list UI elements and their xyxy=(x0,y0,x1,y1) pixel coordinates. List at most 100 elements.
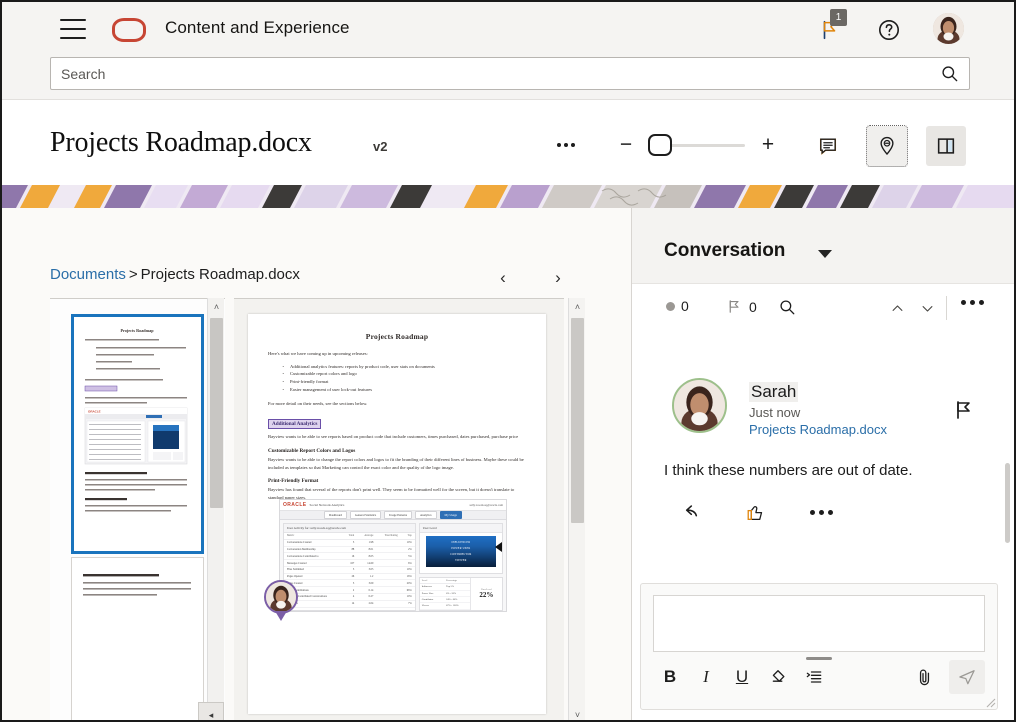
table-cell: 3 xyxy=(343,539,358,546)
thumbnail-scroll-handle[interactable] xyxy=(210,318,223,508)
report-brand-sub: Social Network Analytics xyxy=(310,503,345,507)
report-account: sally.woods.sq@oracle.com xyxy=(470,503,503,507)
table-cell: 16 xyxy=(343,553,358,560)
conversation-toolbar: 0 0 xyxy=(632,284,1014,332)
search-input[interactable] xyxy=(51,66,929,82)
flag-icon[interactable] xyxy=(952,398,976,422)
table-cell: 3.05 xyxy=(357,566,376,573)
zoom-out-button[interactable]: − xyxy=(615,133,637,157)
composer-resize-corner[interactable] xyxy=(984,696,996,708)
more-options-icon[interactable] xyxy=(808,500,834,524)
table-row: Pages Created33.0920% xyxy=(284,580,415,587)
list-item: Print-friendly format xyxy=(282,378,526,386)
table-cell: Conversation Membership xyxy=(284,546,343,553)
flagged-count[interactable]: 0 xyxy=(726,298,757,315)
page-title: Projects Roadmap.docx xyxy=(50,127,312,159)
table-cell xyxy=(376,594,400,601)
unread-count[interactable]: 0 xyxy=(666,298,689,314)
collapse-thumbnails-button[interactable]: ◂ xyxy=(198,702,224,722)
chevron-down-icon[interactable] xyxy=(916,298,938,318)
thumbnail-page-2[interactable] xyxy=(71,557,204,722)
zoom-in-button[interactable]: + xyxy=(757,133,779,157)
thumbnail-scrollbar[interactable]: ˄ ˅ xyxy=(207,298,224,722)
search-bar[interactable] xyxy=(50,57,970,90)
table-row: Followers142.047% xyxy=(284,600,415,607)
table-cell: 2.04 xyxy=(357,600,376,607)
table-cell: Files Submitted xyxy=(284,566,343,573)
table-cell: 16% xyxy=(401,573,415,580)
table-cell: 7% xyxy=(401,600,415,607)
report-tab-active: My Usage xyxy=(440,511,462,519)
table-row: Conversations Created31.9810% xyxy=(284,539,415,546)
table-cell: 0.27 xyxy=(357,594,376,601)
unread-dot-icon xyxy=(666,302,675,311)
table-cell: 14.60 xyxy=(357,560,376,567)
conversation-scrollbar[interactable] xyxy=(1005,463,1010,543)
table-cell: 8.05 xyxy=(357,553,376,560)
reply-icon[interactable] xyxy=(676,500,702,524)
scroll-up-icon[interactable]: ˄ xyxy=(569,298,586,315)
table-cell: 3 xyxy=(343,566,358,573)
table-cell: 67% - 100% xyxy=(444,603,470,609)
breadcrumb-separator: > xyxy=(129,266,138,283)
toolbar-divider xyxy=(946,296,947,320)
table-cell: 88 xyxy=(343,546,358,553)
search-icon[interactable] xyxy=(778,298,796,316)
table-cell: Messages Created xyxy=(284,560,343,567)
table-cell: 1.98 xyxy=(357,539,376,546)
table-cell xyxy=(376,560,400,567)
table-row: Viewer67% - 100% xyxy=(420,603,470,609)
table-cell xyxy=(376,566,400,573)
document-scrollbar[interactable]: ˄ ˅ xyxy=(568,298,585,722)
table-cell: 3 xyxy=(343,580,358,587)
table-row: Messages Created10714.606% xyxy=(284,560,415,567)
italic-button[interactable]: I xyxy=(689,660,723,694)
pyramid-level: VIEWER xyxy=(426,558,496,564)
more-options-icon[interactable] xyxy=(550,132,582,158)
message-input[interactable] xyxy=(653,595,985,652)
table-cell xyxy=(376,600,400,607)
annotation-marker[interactable] xyxy=(264,580,298,620)
table-cell: 14 xyxy=(343,600,358,607)
scroll-down-icon[interactable]: ˅ xyxy=(569,706,586,722)
document-bullets: Additional analytics features: reports b… xyxy=(282,363,526,394)
table-cell: 10% xyxy=(401,539,415,546)
chevron-up-icon[interactable] xyxy=(886,298,908,318)
report-your-level: Your Level 22% xyxy=(470,578,502,610)
message-document-link[interactable]: Projects Roadmap.docx xyxy=(749,422,887,437)
report-topbar: ORACLE Social Network Analytics sally.wo… xyxy=(280,500,506,511)
send-button[interactable] xyxy=(949,660,985,694)
comment-icon[interactable] xyxy=(808,126,848,166)
embedded-report-image: ORACLE Social Network Analytics sally.wo… xyxy=(279,499,507,612)
document-section2-body: Bayview wants to be able to change the r… xyxy=(268,456,526,471)
breadcrumb-documents[interactable]: Documents xyxy=(50,266,126,283)
indent-icon[interactable] xyxy=(797,660,831,694)
zoom-slider-handle[interactable] xyxy=(648,134,672,156)
document-scroll-handle[interactable] xyxy=(571,318,584,523)
thumbnail-page-1[interactable]: Projects Roadmap xyxy=(71,314,204,554)
underline-button[interactable]: U xyxy=(725,660,759,694)
search-icon[interactable] xyxy=(929,58,969,89)
hamburger-menu-icon[interactable] xyxy=(60,19,86,39)
help-icon[interactable] xyxy=(873,14,905,46)
svg-text:Projects Roadmap: Projects Roadmap xyxy=(120,328,154,333)
chevron-down-icon[interactable] xyxy=(818,250,832,258)
thumbs-up-icon[interactable] xyxy=(742,500,768,524)
scroll-up-icon[interactable]: ˄ xyxy=(208,298,225,315)
attachment-icon[interactable] xyxy=(907,660,941,694)
annotation-pin-icon[interactable] xyxy=(867,126,907,166)
report-percentage-card: Level Percentage InfluencerTop 5%Power U… xyxy=(419,577,503,611)
annotation-avatar xyxy=(264,580,298,614)
document-toolbar: Projects Roadmap.docx v2 xyxy=(2,101,1014,185)
side-panel-icon[interactable] xyxy=(926,126,966,166)
clear-formatting-icon[interactable] xyxy=(761,660,795,694)
previous-page-button[interactable]: ‹ xyxy=(492,266,514,290)
more-options-icon[interactable] xyxy=(961,300,984,305)
user-avatar[interactable] xyxy=(933,13,964,44)
breadcrumb: Documents>Projects Roadmap.docx xyxy=(50,266,300,283)
table-cell: 0.14 xyxy=(357,587,376,594)
report-tab: Usage Patterns xyxy=(384,511,412,519)
table-cell: 66% xyxy=(401,587,415,594)
next-page-button[interactable]: › xyxy=(547,266,569,290)
bold-button[interactable]: B xyxy=(653,660,687,694)
